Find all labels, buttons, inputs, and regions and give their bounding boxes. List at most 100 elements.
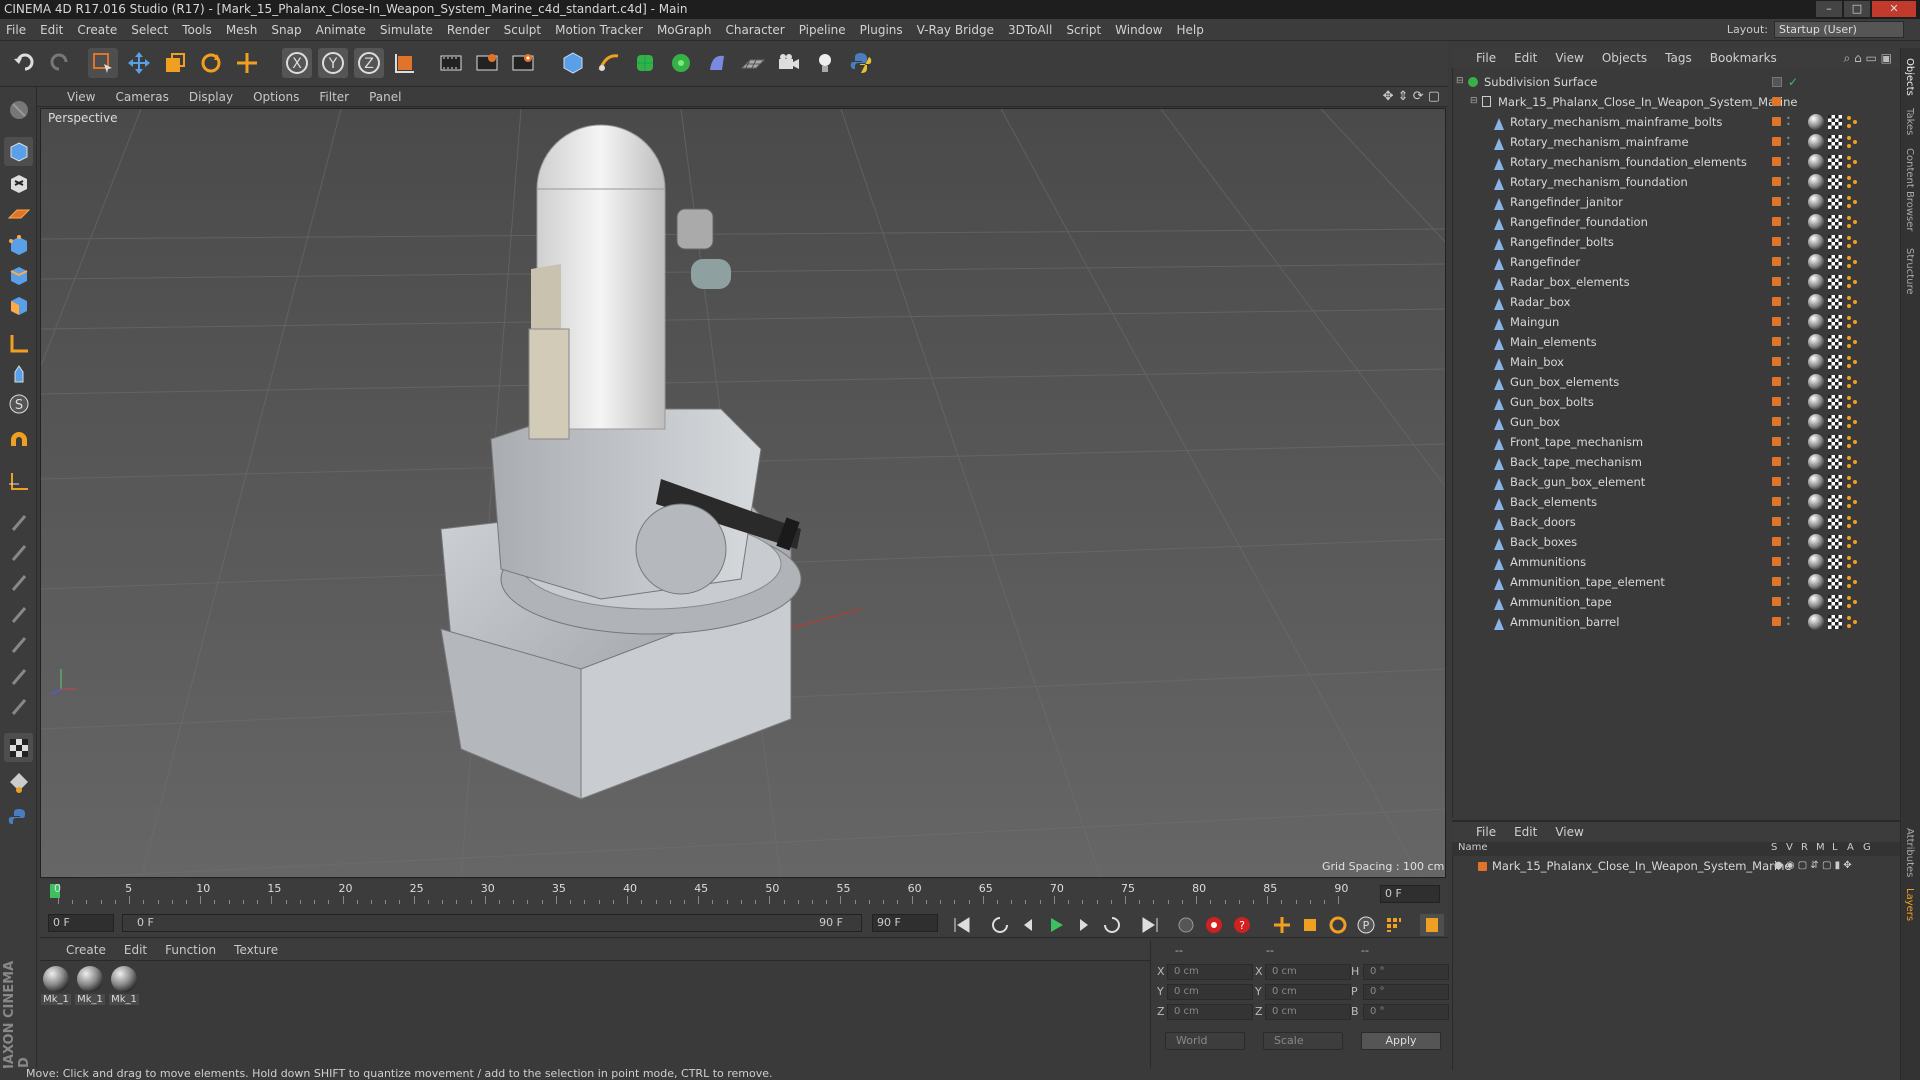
pos-y-field[interactable]: 0 cm (1167, 984, 1253, 1000)
spline-pen-icon[interactable] (594, 48, 624, 78)
uvw-tag-icon[interactable] (1828, 335, 1842, 349)
uvw-tag-icon[interactable] (1828, 115, 1842, 129)
brush-tool-1-icon[interactable] (4, 507, 33, 536)
magnet-icon[interactable] (4, 427, 33, 456)
visibility-dots[interactable]: • • (1786, 575, 1794, 589)
texture-mode-icon[interactable] (4, 169, 33, 198)
layer-color-swatch[interactable] (1772, 217, 1781, 226)
menu-mesh[interactable]: Mesh (226, 23, 258, 37)
tweak-mode-icon[interactable] (4, 359, 33, 388)
lm-menu-view[interactable]: View (1555, 825, 1583, 839)
phong-tag-icon[interactable] (1846, 235, 1858, 249)
object-row[interactable]: Ammunitions • • (1456, 552, 1896, 572)
material-tag-icon[interactable] (1808, 274, 1824, 290)
key-param-icon[interactable]: P (1354, 914, 1378, 936)
z-axis-icon[interactable]: Z (354, 48, 384, 78)
uvw-tag-icon[interactable] (1828, 475, 1842, 489)
material-tag-icon[interactable] (1808, 574, 1824, 590)
phong-tag-icon[interactable] (1846, 475, 1858, 489)
menu-simulate[interactable]: Simulate (380, 23, 433, 37)
phong-tag-icon[interactable] (1846, 595, 1858, 609)
visibility-dots[interactable]: • • (1786, 355, 1794, 369)
scale-icon[interactable] (160, 48, 190, 78)
coordinate-system-dropdown[interactable]: World (1165, 1032, 1245, 1050)
tab-attributes[interactable]: Attributes (1904, 828, 1915, 877)
size-z-field[interactable]: 0 cm (1265, 1004, 1351, 1020)
object-row[interactable]: Radar_box • • (1456, 292, 1896, 312)
material-menu-create[interactable]: Create (66, 943, 106, 957)
object-row[interactable]: Ammunition_tape • • (1456, 592, 1896, 612)
lm-menu-edit[interactable]: Edit (1514, 825, 1537, 839)
polygons-mode-icon[interactable] (4, 291, 33, 320)
phong-tag-icon[interactable] (1846, 375, 1858, 389)
deform-grid-icon[interactable] (4, 767, 33, 796)
layout-dropdown[interactable]: Startup (User) (1774, 21, 1904, 38)
menu-window[interactable]: Window (1115, 23, 1162, 37)
visibility-dots[interactable]: • • (1786, 415, 1794, 429)
visibility-dots[interactable]: • • (1786, 155, 1794, 169)
material-menu-edit[interactable]: Edit (124, 943, 147, 957)
visibility-dots[interactable]: • • (1786, 175, 1794, 189)
object-row[interactable]: Back_doors • • (1456, 512, 1896, 532)
uvw-tag-icon[interactable] (1828, 615, 1842, 629)
layer-color-swatch[interactable] (1772, 577, 1781, 586)
om-menu-bookmarks[interactable]: Bookmarks (1710, 51, 1777, 65)
layer-color-swatch[interactable] (1772, 397, 1781, 406)
object-row[interactable]: Rotary_mechanism_mainframe_bolts • • (1456, 112, 1896, 132)
points-mode-icon[interactable] (4, 231, 33, 260)
material-tag-icon[interactable] (1808, 214, 1824, 230)
prev-frame-icon[interactable] (1016, 914, 1040, 936)
object-row[interactable]: Gun_box_bolts • • (1456, 392, 1896, 412)
menu-select[interactable]: Select (131, 23, 168, 37)
tab-layers[interactable]: Layers (1904, 888, 1915, 921)
visibility-dots[interactable]: • • (1786, 275, 1794, 289)
material-menu-texture[interactable]: Texture (234, 943, 278, 957)
subdivision-surface-icon[interactable] (630, 48, 660, 78)
uvw-tag-icon[interactable] (1828, 515, 1842, 529)
phong-tag-icon[interactable] (1846, 515, 1858, 529)
object-row[interactable]: Rangefinder_bolts • • (1456, 232, 1896, 252)
menu-animate[interactable]: Animate (316, 23, 366, 37)
uvw-tag-icon[interactable] (1828, 215, 1842, 229)
visibility-dots[interactable]: • • (1786, 375, 1794, 389)
object-row[interactable]: Main_elements • • (1456, 332, 1896, 352)
phong-tag-icon[interactable] (1846, 615, 1858, 629)
uvw-tag-icon[interactable] (1828, 435, 1842, 449)
next-key-icon[interactable] (1100, 914, 1124, 936)
cube-icon[interactable] (558, 48, 588, 78)
collapse-icon[interactable]: ⊟ (1456, 77, 1466, 89)
menu-pipeline[interactable]: Pipeline (799, 23, 846, 37)
material-menu-function[interactable]: Function (165, 943, 216, 957)
layer-color-swatch[interactable] (1772, 537, 1781, 546)
script-python-icon[interactable] (4, 803, 33, 832)
material-tag-icon[interactable] (1808, 614, 1824, 630)
menu-edit[interactable]: Edit (40, 23, 63, 37)
uvw-tag-icon[interactable] (1828, 575, 1842, 589)
visibility-dots[interactable]: • • (1786, 435, 1794, 449)
layer-color-swatch[interactable] (1772, 617, 1781, 626)
phong-tag-icon[interactable] (1846, 195, 1858, 209)
3d-viewport[interactable] (40, 108, 1446, 878)
menu-create[interactable]: Create (77, 23, 117, 37)
object-row[interactable]: Rangefinder_janitor • • (1456, 192, 1896, 212)
uvw-tag-icon[interactable] (1828, 555, 1842, 569)
phong-tag-icon[interactable] (1846, 255, 1858, 269)
object-row[interactable]: Back_gun_box_element • • (1456, 472, 1896, 492)
range-slider[interactable]: 0 F 90 F (122, 914, 862, 932)
brush-tool-2-icon[interactable] (4, 537, 33, 566)
visibility-dots[interactable]: • • (1786, 595, 1794, 609)
visibility-dots[interactable]: • • (1786, 555, 1794, 569)
phong-tag-icon[interactable] (1846, 495, 1858, 509)
undo-icon[interactable] (10, 48, 40, 78)
object-row[interactable]: Gun_box • • (1456, 412, 1896, 432)
layer-color-swatch[interactable] (1772, 517, 1781, 526)
workplane-icon[interactable] (4, 199, 33, 228)
object-row[interactable]: Radar_box_elements • • (1456, 272, 1896, 292)
rot-p-field[interactable]: 0 ° (1363, 984, 1449, 1000)
layer-color-swatch[interactable] (1772, 457, 1781, 466)
object-row[interactable]: Rotary_mechanism_foundation_elements • • (1456, 152, 1896, 172)
phong-tag-icon[interactable] (1846, 335, 1858, 349)
visibility-dots[interactable]: • • (1786, 455, 1794, 469)
viewport-menu-view[interactable]: View (67, 90, 95, 104)
brush-tool-5-icon[interactable] (4, 629, 33, 658)
